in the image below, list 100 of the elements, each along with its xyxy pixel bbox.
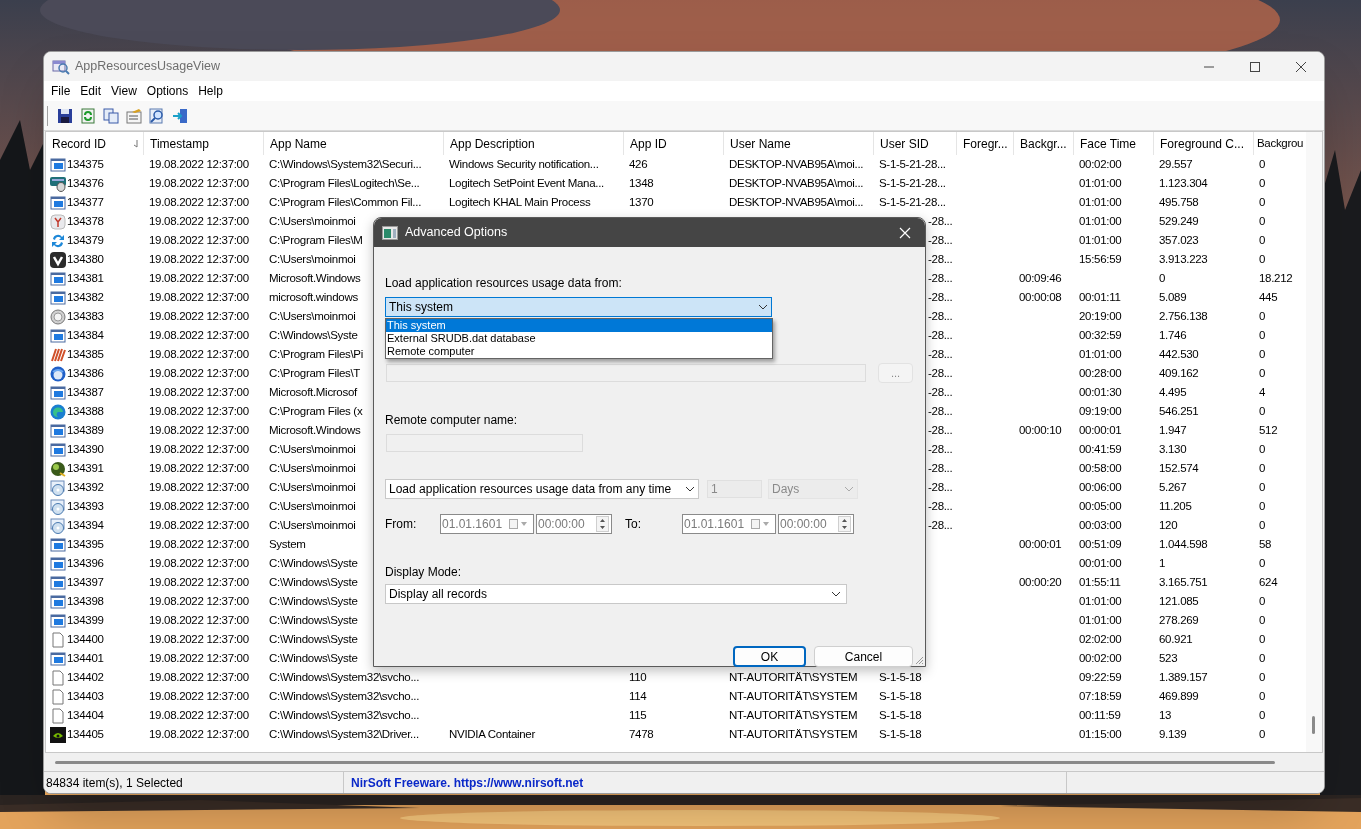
table-cell-text: 00:02:00 (1079, 156, 1122, 172)
table-cell-text: 00:00:01 (1019, 536, 1062, 552)
table-cell-text: -28... (928, 517, 953, 533)
table-cell-text: -28... (928, 289, 953, 305)
table-cell-text: 0 (1259, 365, 1266, 381)
table-cell-text: 11.205 (1159, 498, 1192, 514)
table-cell-text: C:\Program Files (x (269, 403, 363, 419)
table-cell-text: 0 (1259, 441, 1266, 457)
menu-item[interactable]: File (46, 81, 76, 101)
table-cell-text: 19.08.2022 12:37:00 (149, 669, 249, 685)
table-cell-text: S-1-5-21-28... (879, 194, 946, 210)
table-cell-text: C:\Users\moinmoi (269, 460, 356, 476)
display-mode-select[interactable]: Display all records (385, 584, 847, 604)
status-link[interactable]: NirSoft Freeware. https://www.nirsoft.net (351, 773, 584, 792)
table-cell-text: 00:41:59 (1079, 441, 1122, 457)
table-cell-text: 3.913.223 (1159, 251, 1208, 267)
table-cell-text: 1.123.304 (1159, 175, 1208, 191)
table-cell-text: 0 (1259, 726, 1266, 742)
table-cell-text: 3.130 (1159, 441, 1187, 457)
menu-item[interactable]: Options (141, 81, 194, 101)
column-header[interactable]: App ID (624, 132, 724, 155)
table-cell-text: -28... (928, 365, 953, 381)
table-cell-text: 0 (1259, 403, 1266, 419)
table-cell-text: 19.08.2022 12:37:00 (149, 536, 249, 552)
table-cell-text: DESKTOP-NVAB95A\moi... (729, 175, 864, 191)
column-header[interactable]: Foreground C... (1154, 132, 1254, 155)
table-cell-text: 19.08.2022 12:37:00 (149, 726, 249, 742)
table-cell-text: 19.08.2022 12:37:00 (149, 156, 249, 172)
column-header[interactable]: User Name (724, 132, 874, 155)
table-cell-text: 134397 (67, 574, 104, 590)
menu-item[interactable]: Edit (75, 81, 107, 101)
table-cell-text: C:\Windows\Syste (269, 650, 358, 666)
table-cell-text: 0 (1259, 498, 1266, 514)
source-select[interactable]: This system (385, 297, 772, 317)
table-cell-text: S-1-5-18 (879, 688, 922, 704)
column-header[interactable]: App Name (264, 132, 444, 155)
table-cell-text: 1.044.598 (1159, 536, 1208, 552)
table-cell-text: 409.162 (1159, 365, 1199, 381)
table-cell-text: 0 (1159, 270, 1166, 286)
table-cell-text: 01:01:00 (1079, 175, 1122, 191)
table-cell-text: 134386 (67, 365, 104, 381)
table-cell-text: -28... (928, 251, 953, 267)
table-cell-text: 19.08.2022 12:37:00 (149, 194, 249, 210)
table-cell-text: S-1-5-21-28... (879, 156, 946, 172)
column-header[interactable]: Foregr... (957, 132, 1014, 155)
table-cell-text: 19.08.2022 12:37:00 (149, 384, 249, 400)
table-cell-text: 01:01:00 (1079, 213, 1122, 229)
table-cell-text: 19.08.2022 12:37:00 (149, 270, 249, 286)
table-cell-text: 00:00:10 (1019, 422, 1062, 438)
table-cell-text: 0 (1259, 479, 1266, 495)
table-cell-text: C:\Windows\Syste (269, 555, 358, 571)
field-label: To: (625, 516, 642, 533)
column-header[interactable]: User SID (874, 132, 957, 155)
table-cell-text: -28... (928, 479, 953, 495)
table-cell-text: System (269, 536, 306, 552)
table-cell-text: 134377 (67, 194, 104, 210)
table-cell-text: C:\Program Files\Logitech\Se... (269, 175, 420, 191)
table-cell-text: 19.08.2022 12:37:00 (149, 232, 249, 248)
table-cell-text: 134404 (67, 707, 104, 723)
table-cell-text: C:\Users\moinmoi (269, 479, 356, 495)
window-title: AppResourcesUsageView (75, 58, 220, 76)
table-cell-text: -28... (928, 422, 953, 438)
table-cell-text: 0 (1259, 707, 1266, 723)
table-cell-text: C:\Users\moinmoi (269, 441, 356, 457)
table-cell-text: 134379 (67, 232, 104, 248)
table-cell-text: 546.251 (1159, 403, 1199, 419)
table-cell-text: 134391 (67, 460, 104, 476)
table-cell-text: 19.08.2022 12:37:00 (149, 688, 249, 704)
column-header[interactable]: Record ID (46, 132, 144, 155)
table-cell-text: 15:56:59 (1079, 251, 1122, 267)
table-cell-text: 02:02:00 (1079, 631, 1122, 647)
time-range-select[interactable]: Load application resources usage data from any time (385, 479, 699, 499)
table-cell-text: 00:00:08 (1019, 289, 1062, 305)
cancel-button[interactable]: Cancel (814, 646, 913, 667)
table-cell-text: 134392 (67, 479, 104, 495)
dropdown-option[interactable]: This system (386, 319, 772, 332)
table-cell-text: 523 (1159, 650, 1178, 666)
table-cell-text: 134381 (67, 270, 104, 286)
table-cell-text: 0 (1259, 517, 1266, 533)
table-cell-text: 19.08.2022 12:37:00 (149, 403, 249, 419)
table-cell-text: 1370 (629, 194, 654, 210)
ok-button[interactable]: OK (733, 646, 806, 667)
table-cell-text: 00:00:20 (1019, 574, 1062, 590)
table-cell-text: 134402 (67, 669, 104, 685)
table-cell-text: 07:18:59 (1079, 688, 1122, 704)
table-cell-text: 19.08.2022 12:37:00 (149, 517, 249, 533)
dropdown-option[interactable]: Remote computer (386, 345, 772, 358)
field-label: Load application resources usage data from: (385, 276, 623, 290)
column-header[interactable]: App Description (444, 132, 624, 155)
column-header[interactable]: Timestamp (144, 132, 264, 155)
column-header[interactable]: Backgr... (1014, 132, 1074, 155)
table-cell-text: 00:11:59 (1079, 707, 1121, 723)
table-cell-text: 7478 (629, 726, 654, 742)
table-cell-text: 0 (1259, 688, 1266, 704)
menu-item[interactable]: View (106, 81, 142, 101)
menu-item[interactable]: Help (193, 81, 228, 101)
dropdown-option[interactable]: External SRUDB.dat database (386, 332, 772, 345)
column-header[interactable]: Face Time (1074, 132, 1154, 155)
table-cell-text: C:\Users\moinmoi (269, 517, 356, 533)
table-cell-text: 357.023 (1159, 232, 1199, 248)
